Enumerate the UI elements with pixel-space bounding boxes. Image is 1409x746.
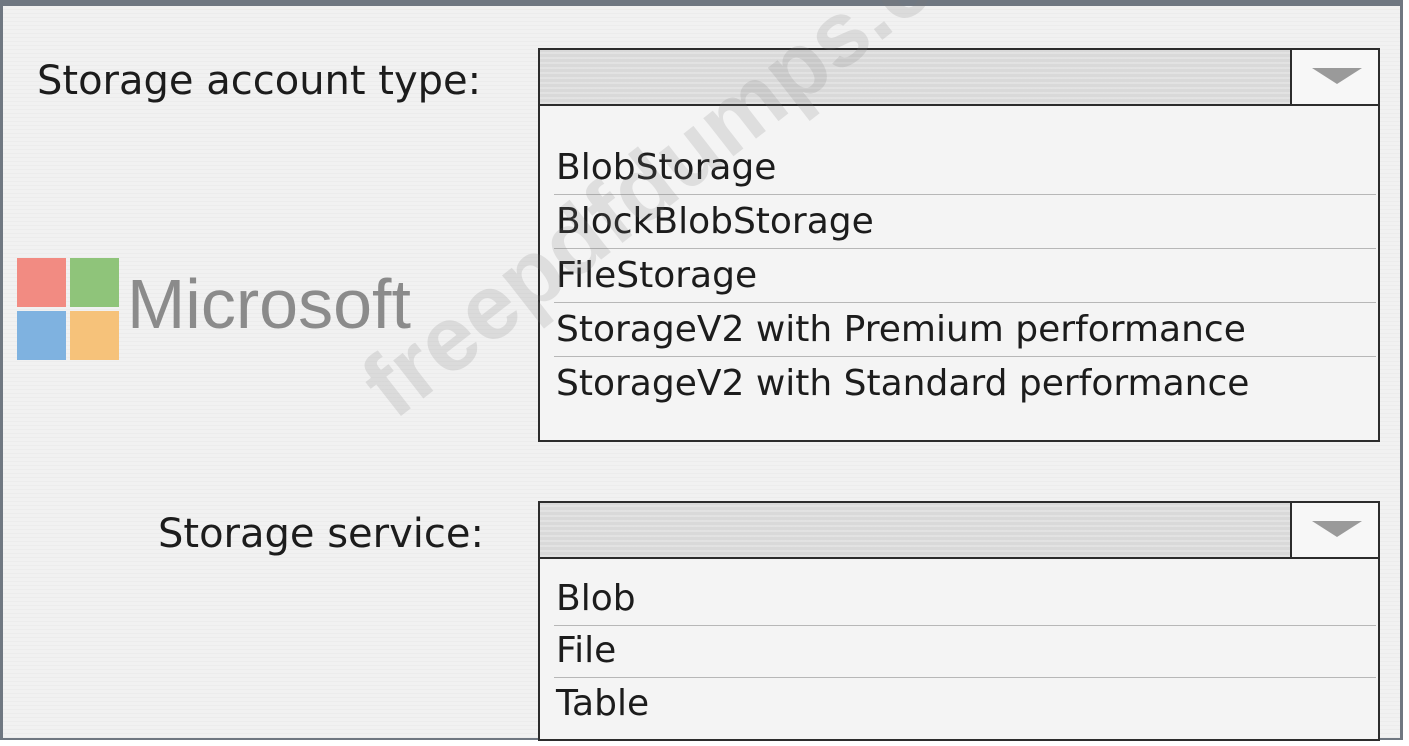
storage-service-dropdown[interactable]: Blob File Table: [538, 501, 1380, 741]
storage-service-label: Storage service:: [158, 511, 484, 557]
chevron-down-icon: [1312, 521, 1362, 537]
option-storagev2-premium[interactable]: StorageV2 with Premium performance: [556, 304, 1368, 356]
logo-square-blue: [17, 311, 66, 360]
option-storagev2-standard[interactable]: StorageV2 with Standard performance: [556, 358, 1368, 410]
option-blob[interactable]: Blob: [556, 573, 1368, 625]
storage-service-select[interactable]: [540, 503, 1378, 559]
logo-square-yellow: [70, 311, 119, 360]
storage-account-type-label: Storage account type:: [37, 58, 482, 104]
option-table[interactable]: Table: [556, 678, 1368, 730]
chevron-down-icon: [1312, 68, 1362, 84]
option-blobstorage[interactable]: BlobStorage: [556, 142, 1368, 194]
logo-square-red: [17, 258, 66, 307]
option-filestorage[interactable]: FileStorage: [556, 250, 1368, 302]
storage-account-type-field[interactable]: [540, 50, 1290, 104]
option-divider: [554, 194, 1376, 195]
option-divider: [554, 248, 1376, 249]
microsoft-logo-icon: [17, 258, 119, 360]
option-divider: [554, 356, 1376, 357]
logo-square-green: [70, 258, 119, 307]
option-divider: [554, 302, 1376, 303]
option-blockblobstorage[interactable]: BlockBlobStorage: [556, 196, 1368, 248]
storage-account-type-dropdown[interactable]: BlobStorage BlockBlobStorage FileStorage…: [538, 48, 1380, 442]
storage-account-type-select[interactable]: [540, 50, 1378, 106]
microsoft-logo-text: Microsoft: [127, 265, 411, 343]
storage-account-type-toggle[interactable]: [1290, 50, 1378, 104]
option-file[interactable]: File: [556, 625, 1368, 677]
storage-service-toggle[interactable]: [1290, 503, 1378, 557]
hotspot-panel: Storage account type: BlobStorage BlockB…: [0, 0, 1403, 741]
storage-service-field[interactable]: [540, 503, 1290, 557]
